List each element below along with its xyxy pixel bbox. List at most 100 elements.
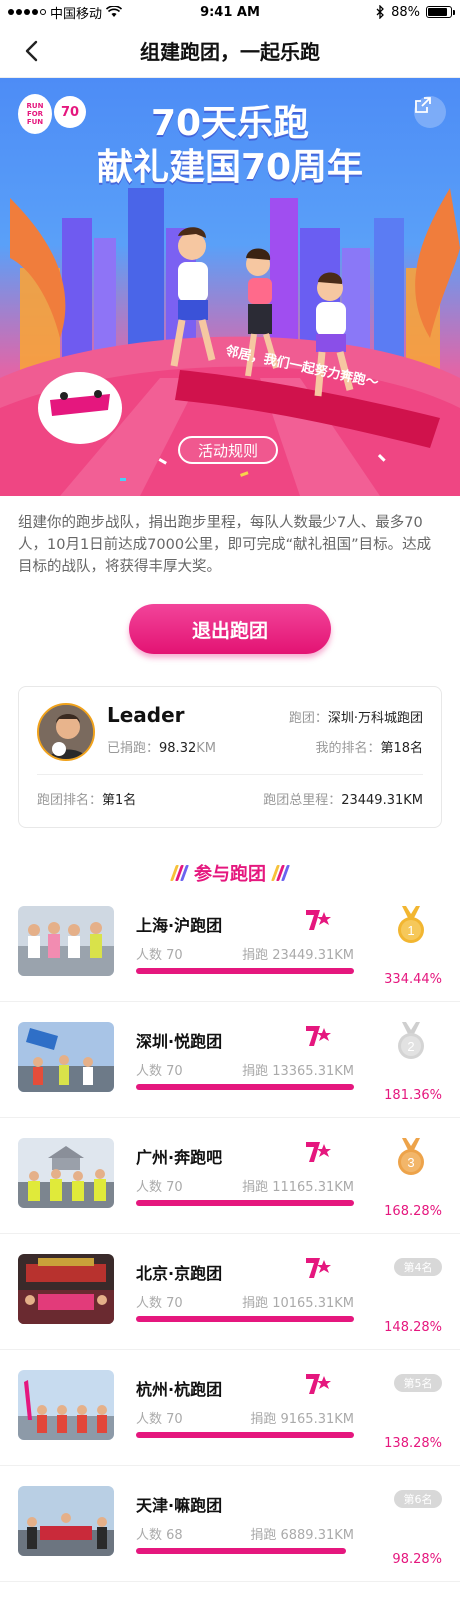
leader-team: 跑团：深圳·万科城跑团 (289, 707, 423, 726)
team-rank-label: 跑团排名： (37, 793, 103, 808)
event-banner: RUN FOR FUN 70 70天乐跑 献礼建国70周年 邻居，我们一起努力奔… (0, 78, 460, 496)
nav-bar: 组建跑团，一起乐跑 (0, 24, 460, 78)
share-button[interactable] (414, 96, 446, 128)
team-rank-value: 第1名 (102, 793, 137, 808)
team-meta: 人数 70 捐跑 10165.31KM (136, 1292, 354, 1311)
team-photo (18, 1370, 114, 1440)
avatar-image (39, 705, 93, 759)
silver-medal-icon: 2 (398, 1022, 424, 1059)
team-donated: 捐跑 9165.31KM (250, 1412, 354, 1427)
donated-value: 98.32 (159, 741, 197, 756)
back-button[interactable] (18, 38, 44, 64)
team-members: 人数 70 (136, 948, 183, 963)
status-left: 中国移动 (8, 3, 123, 22)
team-label: 跑团： (288, 711, 328, 726)
team-photo (18, 1138, 114, 1208)
team-members: 人数 70 (136, 1180, 183, 1195)
team-donated: 捐跑 23449.31KM (242, 948, 354, 963)
rank-badge: 第4名 (394, 1258, 442, 1276)
bronze-medal-icon: 3 (398, 1138, 424, 1175)
team-photo (18, 1254, 114, 1324)
slashes-left-icon (170, 865, 189, 881)
chevron-left-icon (25, 40, 38, 62)
team-percent: 181.36% (384, 1088, 442, 1103)
team-progress-bar (136, 1084, 354, 1090)
team-meta: 人数 68 捐跑 6889.31KM (136, 1524, 354, 1543)
team-percent: 168.28% (384, 1204, 442, 1219)
team-body: 北京·京跑团 人数 70 捐跑 10165.31KM 148.28% 第4名 (114, 1254, 442, 1349)
team-progress-bar (136, 1200, 354, 1206)
list-item[interactable]: 深圳·悦跑团 人数 70 捐跑 13365.31KM 181.36% 2 (0, 1002, 460, 1118)
team-body: 杭州·杭跑团 人数 70 捐跑 9165.31KM 138.28% 第5名 (114, 1370, 442, 1465)
team-total-value: 23449.31KM (341, 793, 423, 808)
team-list: 上海·沪跑团 人数 70 捐跑 23449.31KM 334.44% 1 深圳·… (0, 886, 460, 1582)
leader-card-bottom: 跑团排名：第1名 跑团总里程：23449.31KM (37, 775, 423, 808)
leader-my-rank: 我的排名：第18名 (315, 737, 423, 756)
team-donated: 捐跑 13365.31KM (242, 1064, 354, 1079)
leader-card: Leader 跑团：深圳·万科城跑团 已捐跑：98.32KM 我的排名：第18名… (18, 686, 442, 828)
my-rank-label: 我的排名： (315, 741, 381, 756)
team-percent: 148.28% (384, 1320, 442, 1335)
quit-team-button[interactable]: 退出跑团 (129, 604, 331, 654)
team-photo (18, 906, 114, 976)
team-members: 人数 68 (136, 1528, 183, 1543)
rank-badge: 第5名 (394, 1374, 442, 1392)
leader-info: Leader 跑团：深圳·万科城跑团 已捐跑：98.32KM 我的排名：第18名 (95, 703, 423, 774)
activity-rules-button[interactable]: 活动规则 (178, 436, 278, 464)
team-percent: 98.28% (392, 1552, 442, 1567)
list-item[interactable]: 广州·奔跑吧 人数 70 捐跑 11165.31KM 168.28% 3 (0, 1118, 460, 1234)
team-progress-bar (136, 1316, 354, 1322)
section-title-text: 参与跑团 (194, 864, 266, 885)
carrier-label: 中国移动 (50, 6, 103, 22)
list-item[interactable]: 北京·京跑团 人数 70 捐跑 10165.31KM 148.28% 第4名 (0, 1234, 460, 1350)
team-meta: 人数 70 捐跑 13365.31KM (136, 1060, 354, 1079)
my-rank-value: 第18名 (380, 741, 423, 756)
team-rank: 跑团排名：第1名 (37, 789, 136, 808)
team-progress-bar (136, 1548, 346, 1554)
team-body: 深圳·悦跑团 人数 70 捐跑 13365.31KM 181.36% 2 (114, 1022, 442, 1117)
team-body: 上海·沪跑团 人数 70 捐跑 23449.31KM 334.44% 1 (114, 906, 442, 1001)
anniversary-70-icon (306, 1142, 331, 1162)
event-description: 组建你的跑步战队，捐出跑步里程，每队人数最少7人、最多70人，10月1日前达成7… (18, 515, 432, 575)
leader-row-1: Leader 跑团：深圳·万科城跑团 (107, 703, 423, 727)
team-photo (18, 1022, 114, 1092)
page-title: 组建跑团，一起乐跑 (140, 40, 320, 64)
team-meta: 人数 70 捐跑 9165.31KM (136, 1408, 354, 1427)
svg-text:1: 1 (407, 923, 414, 938)
team-body: 广州·奔跑吧 人数 70 捐跑 11165.31KM 168.28% 3 (114, 1138, 442, 1233)
leader-donated: 已捐跑：98.32KM (107, 737, 216, 756)
team-members: 人数 70 (136, 1296, 183, 1311)
list-item[interactable]: 天津·嘛跑团 人数 68 捐跑 6889.31KM 98.28% 第6名 (0, 1466, 460, 1582)
status-bar: 中国移动 9:41 AM 88% (0, 0, 460, 24)
svg-text:3: 3 (407, 1155, 414, 1170)
section-title: 参与跑团 (0, 860, 460, 886)
donated-unit: KM (196, 741, 216, 756)
svg-text:2: 2 (407, 1039, 414, 1054)
rank-badge: 第6名 (394, 1490, 442, 1508)
wifi-icon (106, 6, 123, 17)
avatar[interactable] (37, 703, 95, 761)
team-members: 人数 70 (136, 1412, 183, 1427)
donated-label: 已捐跑： (107, 741, 160, 756)
anniversary-70-icon (306, 1258, 331, 1278)
list-item[interactable]: 杭州·杭跑团 人数 70 捐跑 9165.31KM 138.28% 第5名 (0, 1350, 460, 1466)
share-icon (415, 97, 431, 113)
team-progress-bar (136, 1432, 354, 1438)
team-percent: 138.28% (384, 1436, 442, 1451)
team-body: 天津·嘛跑团 人数 68 捐跑 6889.31KM 98.28% 第6名 (114, 1486, 442, 1581)
slashes-right-icon (271, 865, 290, 881)
battery-percent: 88% (391, 4, 420, 20)
team-members: 人数 70 (136, 1064, 183, 1079)
bluetooth-icon (376, 5, 385, 19)
team-total: 跑团总里程：23449.31KM (263, 789, 423, 808)
list-item[interactable]: 上海·沪跑团 人数 70 捐跑 23449.31KM 334.44% 1 (0, 886, 460, 1002)
quit-button-wrap: 退出跑团 (0, 604, 460, 654)
leader-card-top: Leader 跑团：深圳·万科城跑团 已捐跑：98.32KM 我的排名：第18名 (37, 703, 423, 775)
gold-medal-icon: 1 (398, 906, 424, 943)
anniversary-70-icon (306, 910, 331, 930)
status-right: 88% (376, 4, 455, 20)
anniversary-70-icon (306, 1026, 331, 1046)
team-meta: 人数 70 捐跑 23449.31KM (136, 944, 354, 963)
battery-icon (426, 6, 455, 18)
team-donated: 捐跑 6889.31KM (250, 1528, 354, 1543)
